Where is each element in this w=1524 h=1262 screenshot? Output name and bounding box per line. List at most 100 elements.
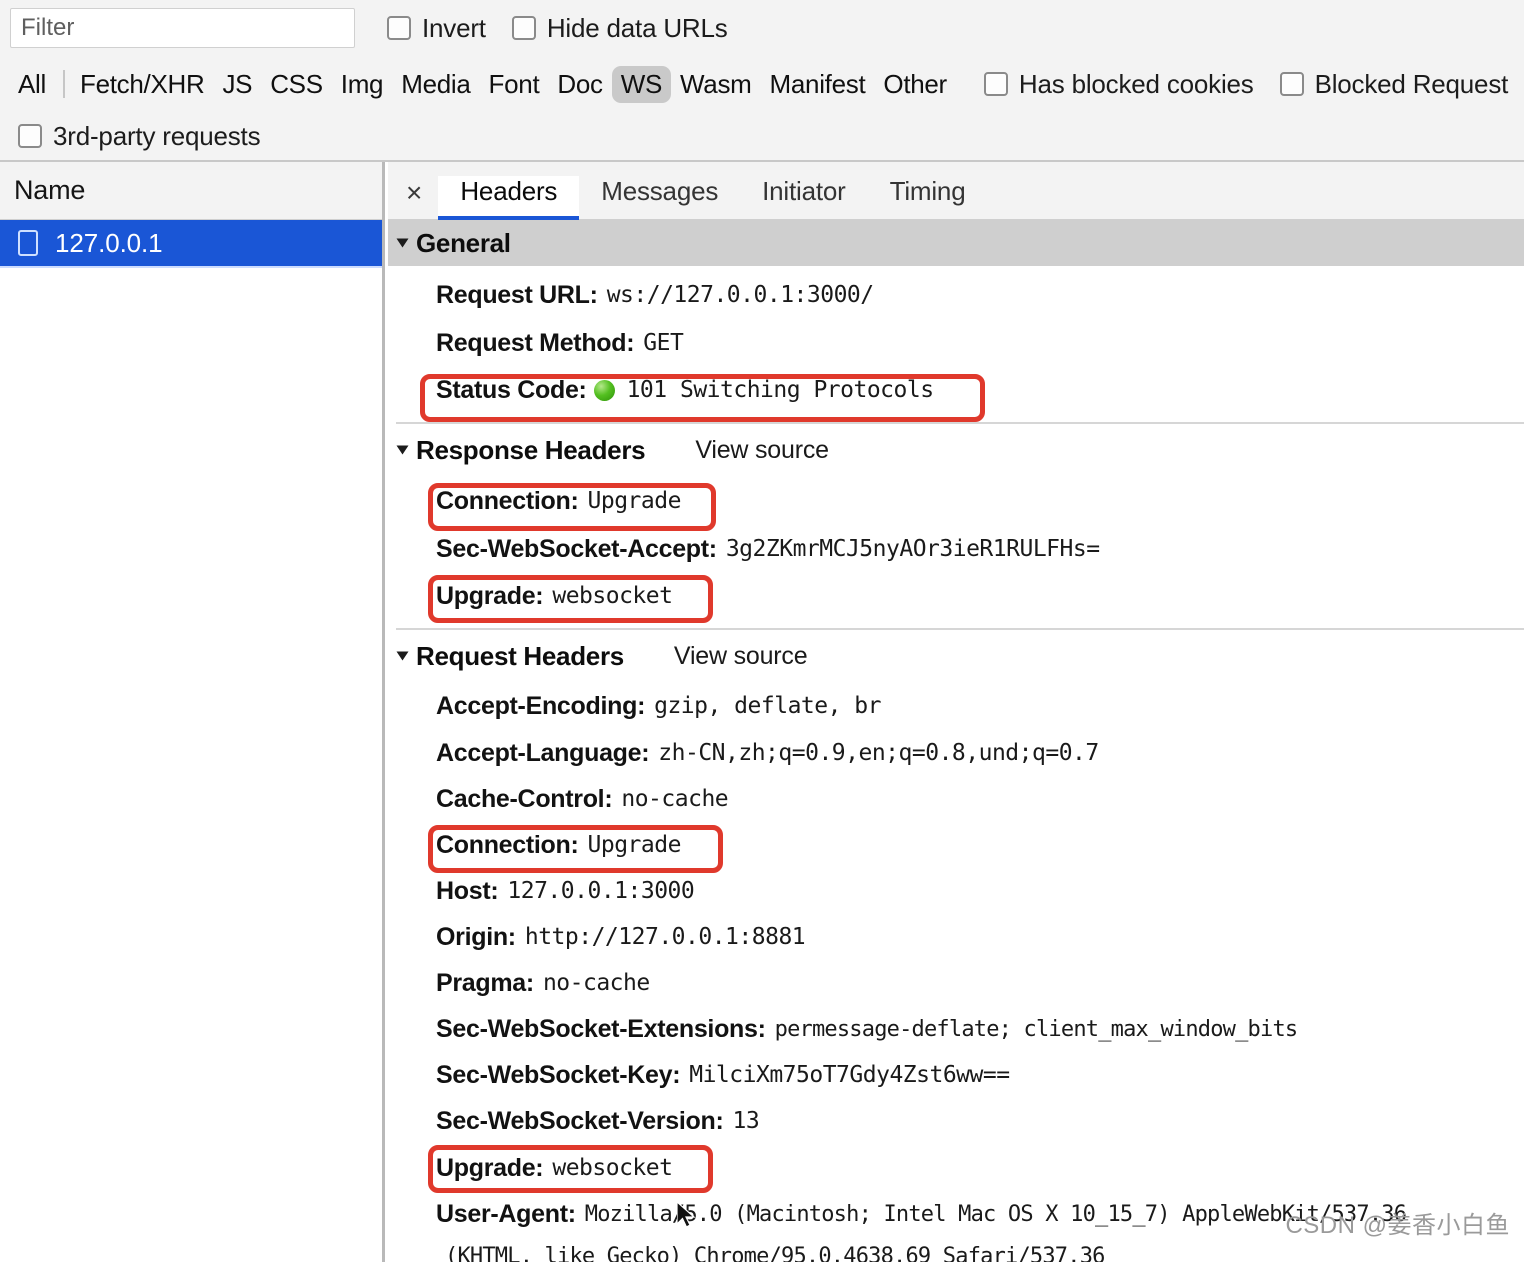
header-row-response-connection: Connection: Upgrade — [388, 476, 1524, 526]
type-filter-js[interactable]: JS — [213, 66, 261, 103]
csdn-watermark: CSDN @姜香小白鱼 — [1285, 1212, 1510, 1239]
header-key: Connection: — [436, 486, 579, 515]
filter-separator — [63, 70, 65, 98]
view-source-response-link[interactable]: View source — [695, 436, 829, 465]
request-list-item-127-0-0-1[interactable]: 127.0.0.1 — [0, 220, 382, 268]
detail-tabs: × Headers Messages Initiator Timing — [388, 162, 1524, 220]
type-filter-wasm[interactable]: Wasm — [671, 66, 761, 103]
document-icon — [18, 230, 38, 256]
header-row-sec-websocket-extensions: Sec-WebSocket-Extensions: permessage-def… — [388, 1006, 1524, 1052]
section-response-headers-title: Response Headers — [416, 434, 646, 465]
type-filter-manifest[interactable]: Manifest — [761, 66, 875, 103]
header-value: Mozilla/5.0 (Macintosh; Intel Mac OS X 1… — [584, 1201, 1407, 1227]
type-filter-css[interactable]: CSS — [261, 66, 332, 103]
header-key: Status Code: — [436, 375, 587, 404]
hide-data-urls-label: Hide data URLs — [546, 12, 728, 43]
third-party-requests-checkbox[interactable] — [18, 124, 42, 148]
header-value: websocket — [552, 583, 673, 609]
header-value: MilciXm75oT7Gdy4Zst6ww== — [689, 1062, 1010, 1088]
third-party-requests-group[interactable]: 3rd-party requests — [18, 120, 261, 152]
header-row-accept-encoding: Accept-Encoding: gzip, deflate, br — [388, 682, 1524, 730]
header-value: websocket — [552, 1155, 673, 1181]
header-row-request-url: Request URL: ws://127.0.0.1:3000/ — [388, 270, 1524, 320]
type-filter-fetch-xhr[interactable]: Fetch/XHR — [71, 66, 213, 103]
has-blocked-cookies-label: Has blocked cookies — [1018, 68, 1254, 99]
section-general-title: General — [416, 227, 511, 258]
has-blocked-cookies-group[interactable]: Has blocked cookies — [983, 68, 1254, 100]
header-key: Upgrade: — [436, 1153, 544, 1182]
chevron-down-icon — [396, 651, 409, 661]
type-filter-all[interactable]: All — [9, 66, 55, 103]
header-value: Upgrade — [587, 832, 682, 858]
type-filter-media[interactable]: Media — [392, 66, 479, 103]
section-general-header[interactable]: General — [388, 220, 1524, 266]
header-row-host: Host: 127.0.0.1:3000 — [388, 868, 1524, 914]
view-source-request-link[interactable]: View source — [674, 642, 808, 671]
section-request-headers-title: Request Headers — [416, 640, 624, 671]
tab-initiator[interactable]: Initiator — [740, 176, 867, 219]
header-row-request-upgrade: Upgrade: websocket — [388, 1144, 1524, 1192]
type-filter-doc[interactable]: Doc — [548, 66, 611, 103]
hide-data-urls-checkbox[interactable] — [511, 16, 536, 40]
header-row-request-method: Request Method: GET — [388, 320, 1524, 366]
header-key: Sec-WebSocket-Accept: — [436, 534, 717, 563]
header-key: Origin: — [436, 922, 516, 951]
header-key: Accept-Encoding: — [436, 691, 646, 720]
header-key: Sec-WebSocket-Key: — [436, 1060, 681, 1089]
request-name: 127.0.0.1 — [55, 227, 163, 258]
header-value: 3g2ZKmrMCJ5nyAOr3ieR1RULFHs= — [725, 536, 1100, 562]
header-value: no-cache — [542, 970, 650, 996]
filter-input[interactable] — [10, 8, 355, 48]
hide-data-urls-checkbox-group[interactable]: Hide data URLs — [511, 12, 728, 44]
header-key: Sec-WebSocket-Version: — [436, 1106, 724, 1135]
tab-headers[interactable]: Headers — [438, 176, 580, 220]
blocked-requests-checkbox[interactable] — [1279, 72, 1304, 96]
header-key: Sec-WebSocket-Extensions: — [436, 1014, 766, 1043]
header-value-continuation: (KHTML, like Gecko) Chrome/95.0.4638.69 … — [445, 1243, 1105, 1262]
status-ok-icon — [593, 379, 615, 401]
request-list-header: Name — [0, 162, 382, 220]
chevron-down-icon — [396, 445, 409, 455]
type-filter-font[interactable]: Font — [480, 66, 549, 103]
third-party-requests-label: 3rd-party requests — [53, 120, 261, 151]
header-row-request-connection: Connection: Upgrade — [388, 822, 1524, 868]
header-value: Upgrade — [587, 488, 682, 514]
header-value: ws://127.0.0.1:3000/ — [606, 282, 874, 308]
third-party-row: 3rd-party requests — [0, 113, 1524, 159]
header-value: permessage-deflate; client_max_window_bi… — [774, 1016, 1299, 1042]
header-row-origin: Origin: http://127.0.0.1:8881 — [388, 914, 1524, 960]
header-row-sec-websocket-version: Sec-WebSocket-Version: 13 — [388, 1098, 1524, 1144]
type-filter-ws[interactable]: WS — [611, 65, 672, 103]
blocked-requests-group[interactable]: Blocked Request — [1279, 69, 1508, 100]
invert-checkbox-group[interactable]: Invert — [387, 13, 486, 44]
tab-messages[interactable]: Messages — [579, 176, 740, 219]
request-list-sidebar: Name 127.0.0.1 — [0, 162, 385, 1262]
header-value: http://127.0.0.1:8881 — [524, 924, 806, 950]
header-key: Pragma: — [436, 968, 534, 997]
request-detail-panel: × Headers Messages Initiator Timing Gene… — [388, 162, 1524, 1262]
section-request-headers-header[interactable]: Request Headers View source — [388, 630, 1524, 682]
header-row-accept-language: Accept-Language: zh-CN,zh;q=0.9,en;q=0.8… — [388, 730, 1524, 776]
has-blocked-cookies-checkbox[interactable] — [983, 72, 1008, 96]
tab-timing[interactable]: Timing — [868, 176, 988, 219]
header-key: Request URL: — [436, 280, 598, 309]
chevron-down-icon — [396, 238, 409, 248]
header-row-pragma: Pragma: no-cache — [388, 960, 1524, 1006]
header-value: no-cache — [621, 786, 729, 812]
invert-checkbox[interactable] — [387, 16, 411, 40]
header-value: 127.0.0.1:3000 — [507, 878, 695, 904]
header-key: Request Method: — [436, 328, 635, 357]
header-row-sec-websocket-accept: Sec-WebSocket-Accept: 3g2ZKmrMCJ5nyAOr3i… — [388, 526, 1524, 572]
type-filter-other[interactable]: Other — [874, 66, 956, 103]
close-icon[interactable]: × — [388, 179, 438, 219]
header-value: gzip, deflate, br — [654, 693, 881, 719]
header-key: Connection: — [436, 830, 579, 859]
header-key: Accept-Language: — [436, 738, 650, 767]
header-key: Host: — [436, 876, 499, 905]
filter-row: Invert Hide data URLs — [0, 0, 1524, 56]
header-row-response-upgrade: Upgrade: websocket — [388, 572, 1524, 620]
type-filter-img[interactable]: Img — [332, 66, 392, 103]
section-response-headers-header[interactable]: Response Headers View source — [388, 424, 1524, 476]
header-row-cache-control: Cache-Control: no-cache — [388, 776, 1524, 822]
header-value: 13 — [732, 1108, 760, 1134]
